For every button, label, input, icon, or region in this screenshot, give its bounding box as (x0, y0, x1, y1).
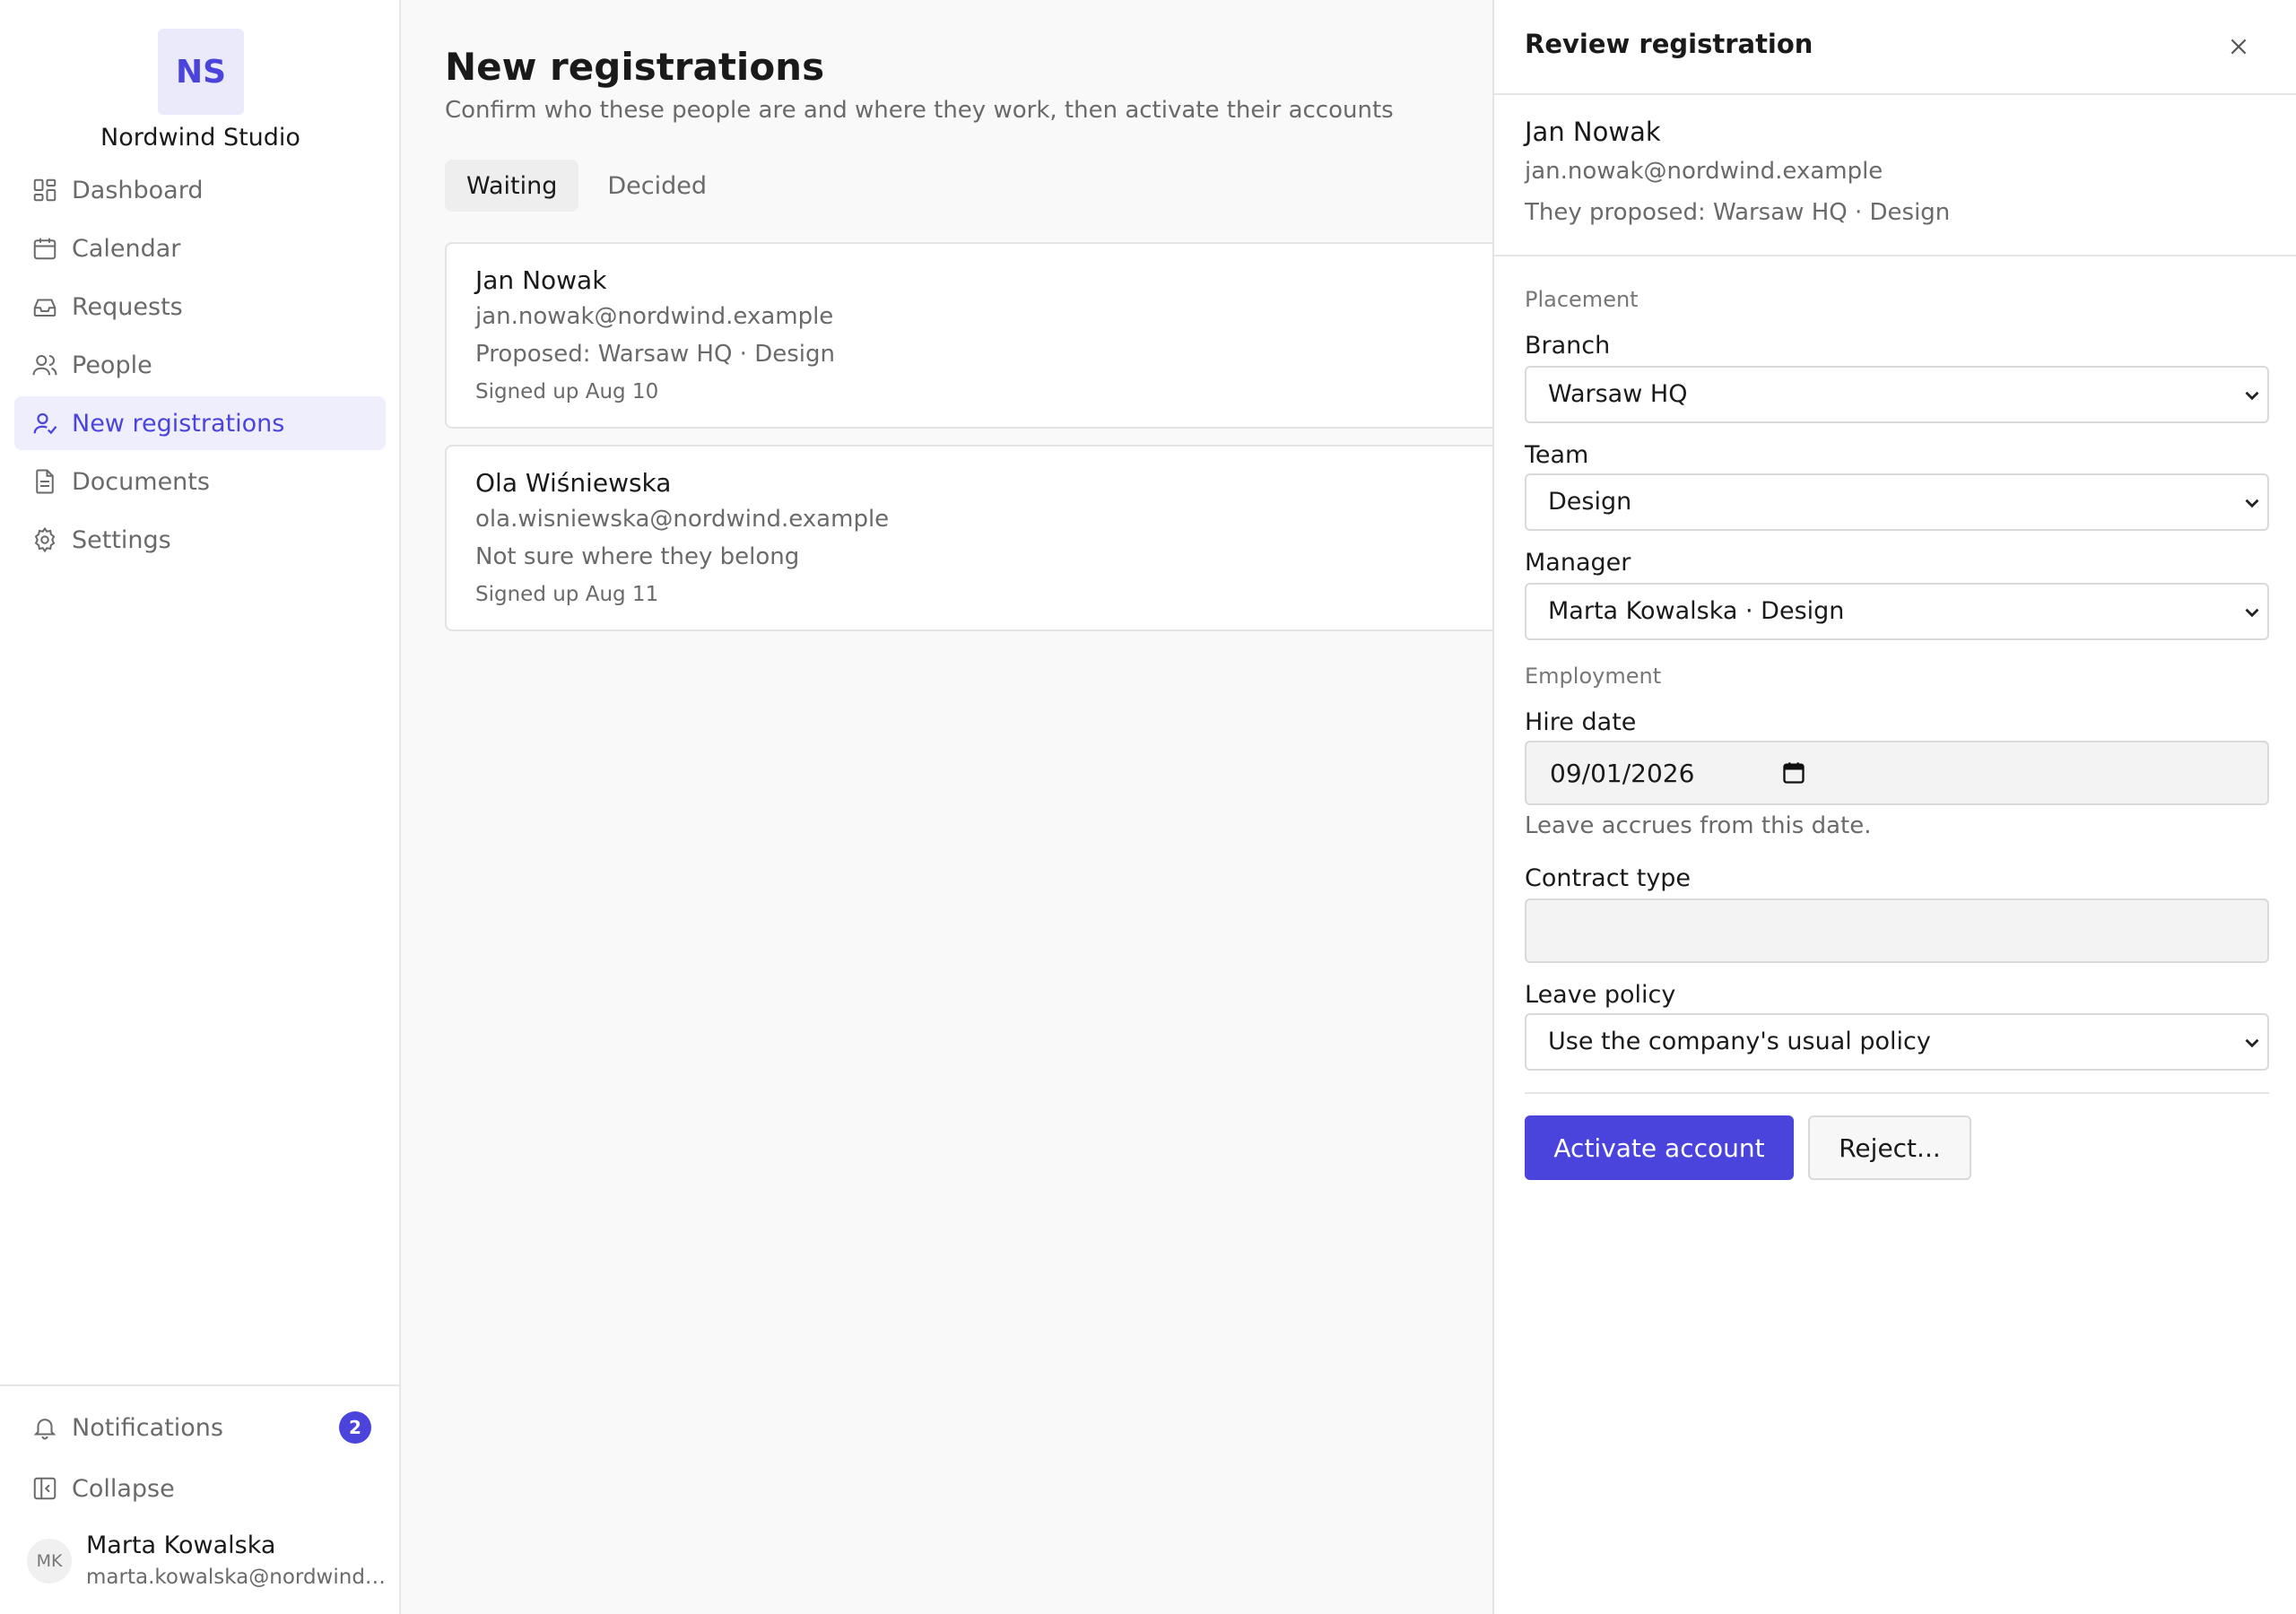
page-subtitle: Confirm who these people are and where t… (445, 97, 1394, 124)
sidebar-item-documents[interactable]: Documents (14, 455, 386, 508)
dashboard-icon (14, 177, 72, 204)
user-check-icon (14, 410, 72, 437)
close-icon (2231, 39, 2247, 55)
manager-label: Manager (1525, 549, 1631, 577)
placement-section-label: Placement (1525, 287, 1639, 312)
user-menu[interactable]: MK Marta Kowalska marta.kowalska@nordwin… (27, 1530, 386, 1592)
sidebar-item-dashboard[interactable]: Dashboard (14, 163, 386, 217)
user-email: marta.kowalska@nordwind.example (86, 1566, 386, 1589)
employment-section-label: Employment (1525, 664, 1662, 689)
chevron-down-icon (2245, 1038, 2259, 1048)
divider (1525, 1092, 2269, 1094)
registrant-name: Jan Nowak (475, 265, 607, 295)
tab-waiting[interactable]: Waiting (445, 160, 579, 212)
review-person-name: Jan Nowak (1525, 117, 1661, 147)
manager-select[interactable]: Marta Kowalska · Design (1525, 583, 2269, 640)
sidebar-item-label: Calendar (72, 234, 181, 263)
registrant-proposal: Not sure where they belong (475, 543, 800, 570)
branch-select[interactable]: Warsaw HQ (1525, 366, 2269, 423)
registration-card[interactable]: Ola Wiśniewska ola.wisniewska@nordwind.e… (445, 445, 1521, 631)
app-root: NS Nordwind Studio Dashboard Calendar Re… (0, 0, 2296, 1614)
sidebar-item-settings[interactable]: Settings (14, 513, 386, 567)
org-name: Nordwind Studio (100, 124, 300, 152)
notifications-label: Notifications (72, 1413, 223, 1442)
branch-select-value: Warsaw HQ (1548, 380, 1688, 408)
leave-policy-value: Use the company's usual policy (1548, 1028, 1931, 1055)
activate-account-button[interactable]: Activate account (1525, 1115, 1794, 1180)
sidebar-nav: Dashboard Calendar Requests People New r… (14, 163, 386, 571)
calendar-icon (14, 235, 72, 262)
registrant-name: Ola Wiśniewska (475, 468, 672, 498)
hire-date-value: 09/01/2026 (1550, 759, 1695, 788)
registration-card[interactable]: Jan Nowak jan.nowak@nordwind.example Pro… (445, 242, 1521, 429)
contract-type-label: Contract type (1525, 864, 1692, 892)
sidebar-item-label: New registrations (72, 409, 285, 438)
collapse-icon (14, 1475, 72, 1502)
sidebar-item-label: Requests (72, 292, 183, 321)
org-logo[interactable]: NS (158, 29, 244, 115)
registrant-proposal: Proposed: Warsaw HQ · Design (475, 341, 835, 368)
chevron-down-icon (2245, 608, 2259, 618)
user-name: Marta Kowalska (86, 1532, 276, 1559)
main-content: New registrations Confirm who these peop… (401, 0, 1521, 1614)
sidebar: NS Nordwind Studio Dashboard Calendar Re… (0, 0, 401, 1614)
review-panel: Review registration Jan Nowak jan.nowak@… (1492, 0, 2296, 1614)
hire-date-input[interactable]: 09/01/2026 (1525, 741, 2269, 805)
divider (1494, 93, 2296, 95)
manager-select-value: Marta Kowalska · Design (1548, 597, 1845, 625)
document-icon (14, 468, 72, 495)
people-icon (14, 351, 72, 378)
reject-button[interactable]: Reject... (1808, 1115, 1971, 1180)
contract-type-input[interactable] (1525, 898, 2269, 963)
status-tabs: Waiting Decided (445, 160, 728, 212)
team-select-value: Design (1548, 488, 1632, 516)
review-person-proposal: They proposed: Warsaw HQ · Design (1525, 199, 1951, 226)
sidebar-item-label: Settings (72, 525, 171, 554)
sidebar-item-calendar[interactable]: Calendar (14, 221, 386, 275)
hire-date-label: Hire date (1525, 708, 1637, 736)
close-panel-button[interactable] (2221, 29, 2257, 65)
registrant-signup-date: Signed up Aug 10 (475, 380, 659, 404)
divider (1494, 255, 2296, 256)
notifications-button[interactable]: Notifications 2 (14, 1402, 386, 1453)
sidebar-item-requests[interactable]: Requests (14, 280, 386, 334)
chevron-down-icon (2245, 391, 2259, 401)
sidebar-item-new-registrations[interactable]: New registrations (14, 396, 386, 450)
sidebar-item-label: People (72, 351, 152, 379)
review-person-email: jan.nowak@nordwind.example (1525, 158, 1883, 185)
notifications-count-badge: 2 (339, 1411, 371, 1444)
registrant-email: jan.nowak@nordwind.example (475, 303, 834, 330)
leave-policy-label: Leave policy (1525, 981, 1676, 1009)
sidebar-item-people[interactable]: People (14, 338, 386, 392)
team-label: Team (1525, 441, 1589, 469)
gear-icon (14, 526, 72, 553)
panel-title: Review registration (1525, 29, 1813, 59)
sidebar-item-label: Documents (72, 467, 210, 496)
hire-date-help: Leave accrues from this date. (1525, 812, 1872, 839)
leave-policy-select[interactable]: Use the company's usual policy (1525, 1013, 2269, 1071)
inbox-icon (14, 293, 72, 320)
bell-icon (14, 1414, 72, 1441)
calendar-picker-icon[interactable] (1781, 760, 1806, 785)
branch-label: Branch (1525, 332, 1611, 360)
chevron-down-icon (2245, 499, 2259, 508)
team-select[interactable]: Design (1525, 473, 2269, 531)
registrant-email: ola.wisniewska@nordwind.example (475, 506, 890, 533)
collapse-sidebar-button[interactable]: Collapse (14, 1463, 386, 1514)
registrant-signup-date: Signed up Aug 11 (475, 583, 659, 606)
page-title: New registrations (445, 45, 825, 89)
tab-decided[interactable]: Decided (586, 160, 728, 212)
sidebar-item-label: Dashboard (72, 176, 204, 204)
collapse-label: Collapse (72, 1474, 175, 1503)
avatar: MK (27, 1539, 72, 1584)
